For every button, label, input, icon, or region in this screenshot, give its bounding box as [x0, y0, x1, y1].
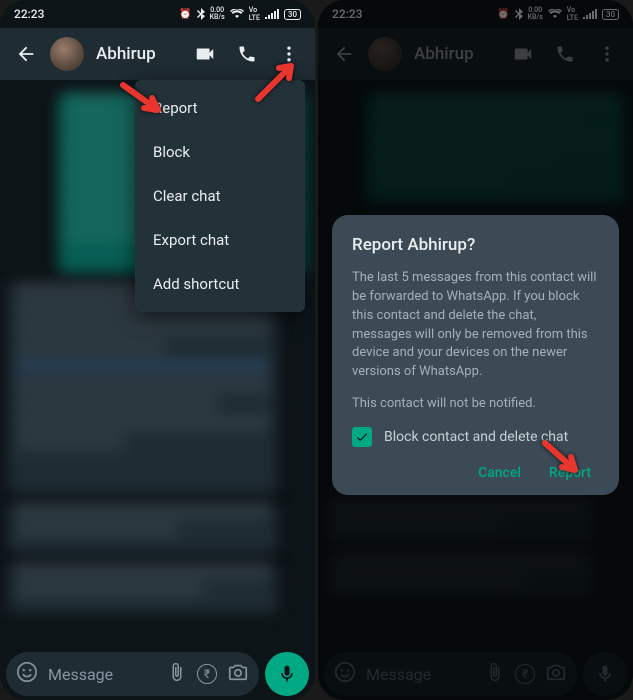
contact-name[interactable]: Abhirup	[96, 44, 181, 64]
attach-icon[interactable]	[167, 662, 187, 686]
status-time: 22:23	[14, 7, 44, 21]
message-input-container[interactable]: Message ₹	[6, 652, 259, 696]
phone-left: 22:23 ⏰ 0.00KB/s VoLTE 30 Abhirup	[0, 0, 315, 700]
annotation-arrow	[253, 54, 303, 108]
menu-item-export-chat[interactable]: Export chat	[135, 218, 305, 262]
alarm-icon: ⏰	[179, 9, 191, 20]
cancel-button[interactable]: Cancel	[478, 465, 521, 481]
message-bubble	[8, 563, 277, 613]
mic-button[interactable]	[265, 652, 309, 696]
wifi-icon	[230, 9, 244, 19]
status-bar: 22:23 ⏰ 0.00KB/s VoLTE 30	[0, 0, 315, 28]
annotation-arrow	[540, 438, 585, 487]
composer: Message ₹	[0, 648, 315, 700]
phone-right: 22:23 ⏰ 0.00KB/s VoLTE 30 Abhirup	[318, 0, 633, 700]
signal-icon	[265, 9, 279, 19]
annotation-arrow	[118, 80, 168, 129]
back-button[interactable]	[8, 36, 44, 72]
menu-item-add-shortcut[interactable]: Add shortcut	[135, 262, 305, 306]
menu-item-clear-chat[interactable]: Clear chat	[135, 174, 305, 218]
rupee-icon[interactable]: ₹	[197, 664, 217, 684]
dialog-note: This contact will not be notified.	[352, 396, 599, 411]
volte-icon: VoLTE	[249, 6, 260, 22]
message-bubble	[8, 503, 277, 553]
message-bubble	[8, 283, 277, 493]
menu-item-block[interactable]: Block	[135, 130, 305, 174]
dialog-title: Report Abhirup?	[352, 235, 599, 255]
message-input[interactable]: Message	[48, 665, 157, 684]
video-call-button[interactable]	[187, 36, 223, 72]
bluetooth-icon	[197, 8, 205, 20]
dialog-body: The last 5 messages from this contact wi…	[352, 269, 599, 382]
checkbox-checked-icon[interactable]	[352, 427, 372, 447]
camera-icon[interactable]	[227, 661, 249, 687]
emoji-icon[interactable]	[16, 661, 38, 687]
avatar[interactable]	[50, 37, 84, 71]
status-icons: ⏰ 0.00KB/s VoLTE 30	[179, 6, 301, 22]
battery-icon: 30	[284, 9, 301, 20]
data-speed: 0.00KB/s	[210, 7, 225, 21]
